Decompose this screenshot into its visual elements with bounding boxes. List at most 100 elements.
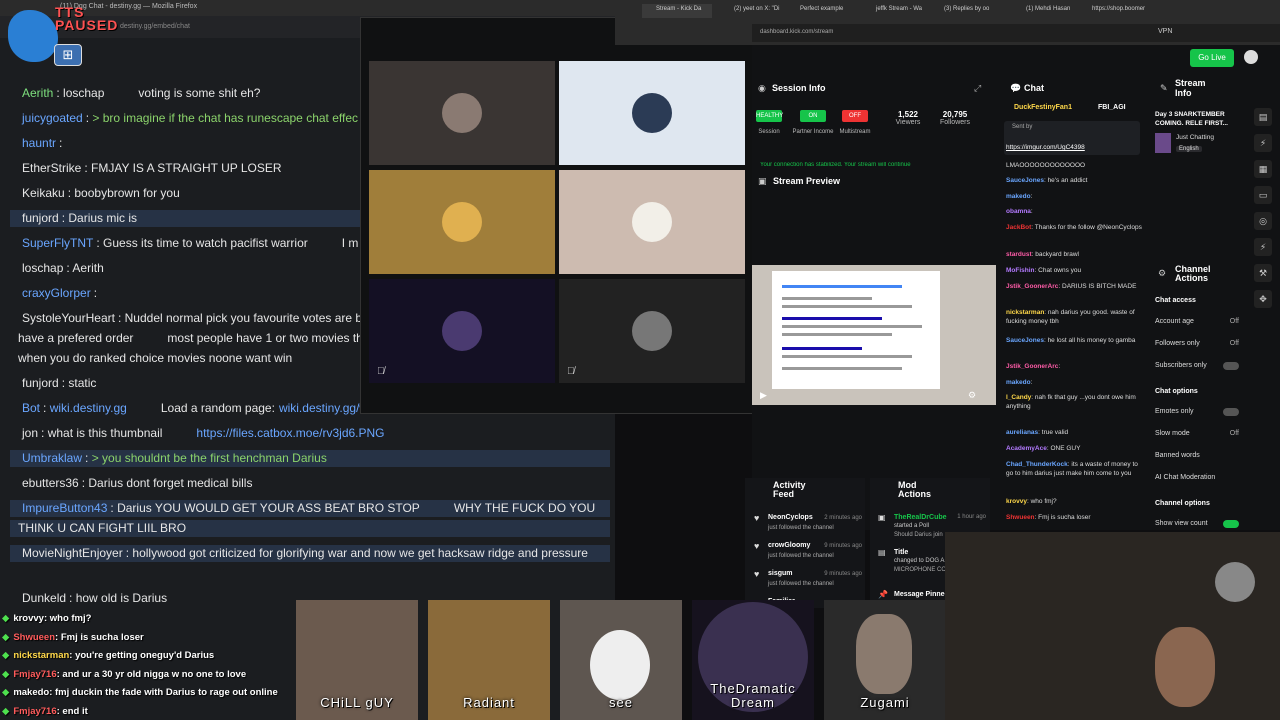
browser-tab[interactable]: Perfect example <box>786 4 856 18</box>
chat-message: MovieNightEnjoyer: hollywood got critici… <box>10 545 610 562</box>
go-live-button[interactable]: Go Live <box>1190 49 1234 67</box>
webcam-label: CHiLL gUY <box>320 695 394 710</box>
grid-icon[interactable]: ⊞ <box>54 44 82 66</box>
chat-message: Shwueen: Fmj is sucha loser <box>1006 513 1146 522</box>
browser-tab[interactable]: https://shop.boomer <box>1078 4 1158 18</box>
settings-gear-icon[interactable]: ⚙ <box>968 390 976 401</box>
chat-username: Keikaku <box>22 186 65 200</box>
toggle-switch[interactable] <box>1223 362 1239 370</box>
heart-icon: ♥ <box>754 513 760 523</box>
mod-action-desc: started a Poll <box>894 523 930 529</box>
sent-by-label: Sent by <box>1012 124 1033 130</box>
call-tile[interactable] <box>369 170 555 274</box>
overlay-chat-message: ◆ Fmjay716: and ur a 30 yr old nigga w no… <box>2 669 246 680</box>
chat-message: nickstarman: nah darius you good. waste … <box>1006 308 1146 326</box>
browser-tab[interactable]: (1) Mehdi Hasan <box>1012 4 1082 18</box>
chat-separator: : <box>43 401 50 415</box>
chat-option-row[interactable]: Emotes only <box>1155 408 1239 416</box>
activity-time: 9 minutes ago <box>824 571 862 577</box>
avatar[interactable] <box>1244 50 1258 64</box>
chat-message: MoFishin: Chat owns you <box>1006 266 1146 275</box>
chat-text-tail: WHY THE FUCK DO YOU <box>453 501 596 515</box>
mod-action-name: TheRealDrCube <box>894 514 947 521</box>
chat-text-tail: voting is some shit eh? <box>138 86 261 100</box>
chat-username: stardust <box>1006 251 1032 258</box>
chat-message: ebutters36: Darius dont forget medical b… <box>10 475 610 492</box>
chat-icon[interactable]: ▭ <box>1254 186 1272 204</box>
chat-options-heading: Chat options <box>1155 388 1198 395</box>
address-bar[interactable]: dashboard.kick.com/stream <box>752 24 1280 42</box>
viewers-stat: 1,522 Viewers <box>895 110 921 126</box>
show-view-count-row[interactable]: Show view count <box>1155 520 1239 528</box>
setting-label: Account age <box>1155 318 1194 325</box>
pinned-link[interactable]: https://imgur.com/UgC4398 <box>1006 144 1085 151</box>
chat-message-continued: THINK U CAN FIGHT LIIL BRO <box>10 520 610 537</box>
channel-action-row[interactable]: Followers only Off <box>1155 340 1239 347</box>
chat-username: hauntr <box>22 136 57 150</box>
language-tag: English <box>1176 146 1202 152</box>
chat-text: wiki.destiny.gg <box>49 401 127 415</box>
chat-separator: : <box>96 236 104 250</box>
activity-time: 9 minutes ago <box>824 543 862 549</box>
toggle-switch[interactable] <box>1223 408 1239 416</box>
chat-icon: 💬 <box>1010 83 1022 93</box>
panel-icon[interactable]: ▤ <box>1254 108 1272 126</box>
setting-label: Banned words <box>1155 452 1200 459</box>
chat-option-row[interactable]: Slow mode Off <box>1155 430 1239 437</box>
browser-tab[interactable]: (2) yeet on X: "Di <box>720 4 790 18</box>
chat-username: SuperFlyTNT <box>22 236 94 250</box>
session-icon: ◉ <box>758 83 766 93</box>
browser-tab[interactable]: Stream - Kick Da <box>642 4 712 18</box>
play-icon[interactable]: ▶ <box>760 390 767 401</box>
webcam-tile: Zugami <box>824 600 946 720</box>
chat-username: Bot <box>22 401 41 415</box>
channel-action-row[interactable]: Account age Off <box>1155 318 1239 325</box>
chat-separator: : <box>93 286 98 300</box>
chat-text: ONE GUY <box>1050 445 1081 452</box>
bolt-icon[interactable]: ⚡ <box>1254 134 1272 152</box>
setting-label: AI Chat Moderation <box>1155 474 1216 481</box>
chat-option-row[interactable]: Banned words <box>1155 452 1239 459</box>
toggle-switch[interactable] <box>1223 520 1239 528</box>
status-badge: HEALTHY <box>756 110 783 122</box>
chat-option-row[interactable]: AI Chat Moderation <box>1155 474 1239 481</box>
bolt-icon[interactable]: ⚡ <box>1254 238 1272 256</box>
setting-label: Subscribers only <box>1155 362 1207 369</box>
webcam-label: TheDramatic Dream <box>710 681 796 710</box>
chat-text: loschap <box>63 86 105 100</box>
stream-title-text: Day 3 SNARKTEMBER COMING. RELE FIRST... <box>1155 111 1228 127</box>
call-tile[interactable] <box>559 61 745 165</box>
overlay-chat-message: ◆ makedo: fmj duckin the fade with Darius… <box>2 687 278 698</box>
call-tile[interactable] <box>369 61 555 165</box>
pinned-user: FBI_AGI <box>1098 104 1126 111</box>
chat-message: stardust: backyard brawl <box>1006 250 1146 259</box>
expand-icon[interactable]: ⤢ <box>974 83 981 94</box>
chat-username: krovvy <box>1006 498 1027 505</box>
call-tile[interactable]: 🎙̸ <box>369 279 555 383</box>
vpn-label[interactable]: VPN <box>1158 28 1172 35</box>
overlay-chat-message: ◆ Shwueen: Fmj is sucha loser <box>2 632 144 643</box>
chat-message: SauceJones: he's an addict <box>1006 176 1146 185</box>
setting-value: Off <box>1229 318 1239 325</box>
channel-action-row[interactable]: Subscribers only <box>1155 362 1239 370</box>
call-tile[interactable] <box>559 170 745 274</box>
chat-username: makedo <box>1006 193 1031 200</box>
puzzle-icon[interactable]: ✥ <box>1254 290 1272 308</box>
chat-text: Fmj is sucha loser <box>1038 514 1091 521</box>
target-icon[interactable]: ◎ <box>1254 212 1272 230</box>
status-badge-label: Session <box>758 129 780 135</box>
chat-text: : Fmj is sucha loser <box>55 631 144 643</box>
browser-tab[interactable]: (3) Replies by oo <box>930 4 1000 18</box>
browser-tab[interactable]: jeffk Stream - Wa <box>862 4 932 18</box>
activity-name: crowGloomy <box>768 542 811 549</box>
call-tile[interactable]: 🎙̸ <box>559 279 745 383</box>
hammer-icon[interactable]: ⚒ <box>1254 264 1272 282</box>
avatar <box>442 93 482 133</box>
chat-text: > you shouldnt be the first henchman Dar… <box>91 451 327 465</box>
chat-message: Jstik_GoonerArc: DARIUS IS BITCH MADE <box>1006 282 1146 291</box>
mod-icon: 📌 <box>878 590 888 599</box>
layout-icon[interactable]: ▦ <box>1254 160 1272 178</box>
chat-text: boobybrown for you <box>74 186 180 200</box>
mod-action-time: 1 hour ago <box>957 514 986 520</box>
activity-action: just followed the channel <box>768 525 834 531</box>
